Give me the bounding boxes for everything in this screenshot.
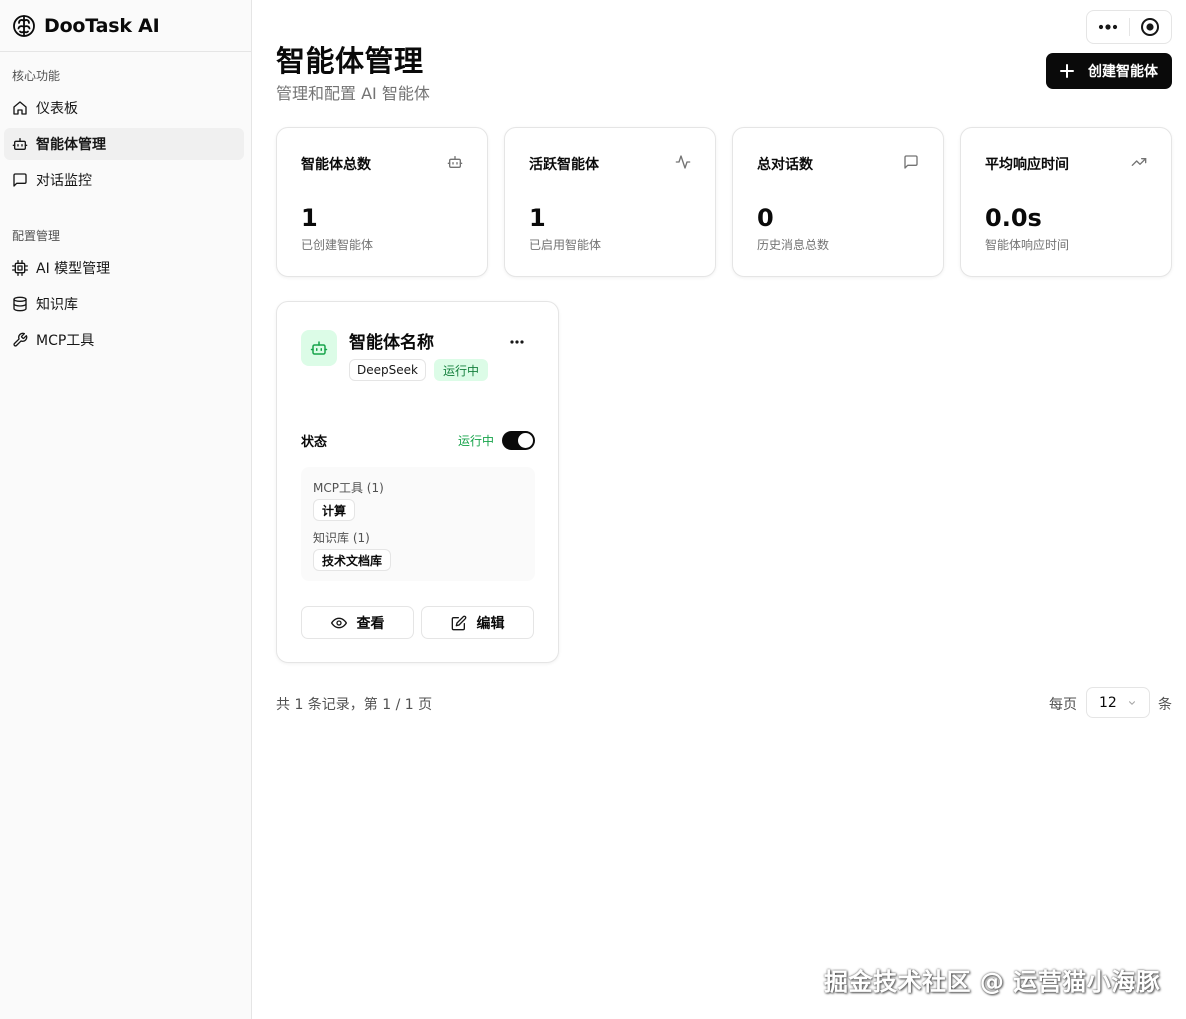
- more-options-button[interactable]: [1087, 11, 1129, 43]
- cpu-icon: [12, 260, 28, 276]
- view-button[interactable]: 查看: [301, 606, 414, 639]
- home-icon: [12, 100, 28, 116]
- agent-avatar: [301, 330, 337, 366]
- stat-title: 活跃智能体: [529, 157, 599, 173]
- database-icon: [12, 296, 28, 312]
- message-square-icon: [903, 154, 919, 170]
- stat-title: 平均响应时间: [985, 157, 1069, 173]
- target-icon: [1140, 17, 1160, 37]
- watermark: 掘金技术社区 @ 运营猫小海豚: [824, 968, 1161, 996]
- sidebar-item-mcp-tools[interactable]: MCP工具: [4, 324, 244, 356]
- brand[interactable]: DooTask AI: [0, 0, 251, 52]
- mcp-tool-chip: 计算: [313, 499, 356, 521]
- model-badge: DeepSeek: [349, 359, 426, 381]
- brand-name: DooTask AI: [44, 14, 160, 37]
- plus-icon: [1060, 64, 1074, 78]
- status-value: 运行中: [458, 434, 495, 448]
- mcp-tools-label: MCP工具 (1): [313, 481, 384, 495]
- per-page-unit: 条: [1158, 697, 1172, 713]
- sidebar-item-label: 仪表板: [36, 101, 78, 117]
- agent-card: 智能体名称 DeepSeek 运行中 状态 运行中 MCP工具 (1) 计算 知…: [276, 301, 559, 663]
- page-subtitle: 管理和配置 AI 智能体: [276, 84, 430, 103]
- sidebar-item-agents[interactable]: 智能体管理: [4, 128, 244, 160]
- sidebar: DooTask AI 核心功能 仪表板 智能体管理 对话监控 配置管理 AI 模…: [0, 0, 252, 1019]
- per-page-label: 每页: [1049, 697, 1077, 713]
- status-badge: 运行中: [434, 359, 488, 381]
- stat-desc: 已创建智能体: [301, 238, 374, 252]
- agent-menu-button[interactable]: [505, 332, 529, 352]
- brain-icon: [12, 14, 36, 38]
- sidebar-item-label: AI 模型管理: [36, 261, 111, 277]
- bot-icon: [12, 136, 28, 152]
- wrench-icon: [12, 332, 28, 348]
- main-content: 智能体管理 管理和配置 AI 智能体 创建智能体 智能体总数 1 已创建智能体 …: [252, 0, 1186, 1019]
- create-agent-button[interactable]: 创建智能体: [1046, 53, 1172, 89]
- bot-icon: [310, 339, 328, 357]
- trending-up-icon: [1131, 154, 1147, 170]
- stat-value: 1: [529, 204, 546, 232]
- message-square-icon: [12, 172, 28, 188]
- per-page-select[interactable]: 12: [1086, 687, 1150, 718]
- stat-value: 0.0s: [985, 204, 1042, 232]
- agent-resources: MCP工具 (1) 计算 知识库 (1) 技术文档库: [301, 467, 535, 581]
- group-label-core: 核心功能: [12, 69, 61, 83]
- stat-value: 1: [301, 204, 318, 232]
- sidebar-item-conversations[interactable]: 对话监控: [4, 164, 244, 196]
- record-button[interactable]: [1129, 11, 1171, 43]
- stat-card-total-conversations: 总对话数 0 历史消息总数: [732, 127, 944, 277]
- stat-card-active-agents: 活跃智能体 1 已启用智能体: [504, 127, 716, 277]
- sidebar-item-knowledge-base[interactable]: 知识库: [4, 288, 244, 320]
- status-toggle[interactable]: [502, 431, 535, 450]
- stat-title: 智能体总数: [301, 157, 371, 173]
- stat-value: 0: [757, 204, 774, 232]
- sidebar-item-label: 智能体管理: [36, 137, 106, 153]
- stat-desc: 智能体响应时间: [985, 238, 1070, 252]
- group-label-config: 配置管理: [12, 229, 61, 243]
- stat-desc: 已启用智能体: [529, 238, 602, 252]
- create-agent-label: 创建智能体: [1088, 64, 1158, 80]
- sidebar-item-label: 对话监控: [36, 173, 92, 189]
- sidebar-item-ai-models[interactable]: AI 模型管理: [4, 252, 244, 284]
- chevron-down-icon: [1127, 698, 1137, 708]
- stat-title: 总对话数: [757, 157, 813, 173]
- stat-card-avg-response: 平均响应时间 0.0s 智能体响应时间: [960, 127, 1172, 277]
- bot-icon: [447, 154, 463, 170]
- toggle-knob: [518, 433, 533, 448]
- more-horizontal-icon: [510, 340, 524, 344]
- agent-name: 智能体名称: [349, 333, 434, 353]
- edit-icon: [451, 615, 467, 631]
- pagination-summary: 共 1 条记录，第 1 / 1 页: [276, 697, 433, 713]
- eye-icon: [330, 615, 347, 631]
- top-actions: [1086, 10, 1172, 44]
- sidebar-item-label: 知识库: [36, 297, 78, 313]
- stat-card-total-agents: 智能体总数 1 已创建智能体: [276, 127, 488, 277]
- view-label: 查看: [356, 615, 385, 632]
- status-label: 状态: [301, 435, 328, 450]
- page-title: 智能体管理: [276, 44, 424, 78]
- sidebar-item-dashboard[interactable]: 仪表板: [4, 92, 244, 124]
- knowledge-base-chip: 技术文档库: [313, 549, 392, 571]
- edit-button[interactable]: 编辑: [421, 606, 534, 639]
- more-horizontal-icon: [1098, 23, 1118, 31]
- stat-desc: 历史消息总数: [757, 238, 830, 252]
- sidebar-item-label: MCP工具: [36, 333, 95, 349]
- per-page-value: 12: [1099, 694, 1117, 711]
- activity-icon: [675, 154, 691, 170]
- knowledge-base-label: 知识库 (1): [313, 531, 370, 545]
- edit-label: 编辑: [476, 615, 505, 632]
